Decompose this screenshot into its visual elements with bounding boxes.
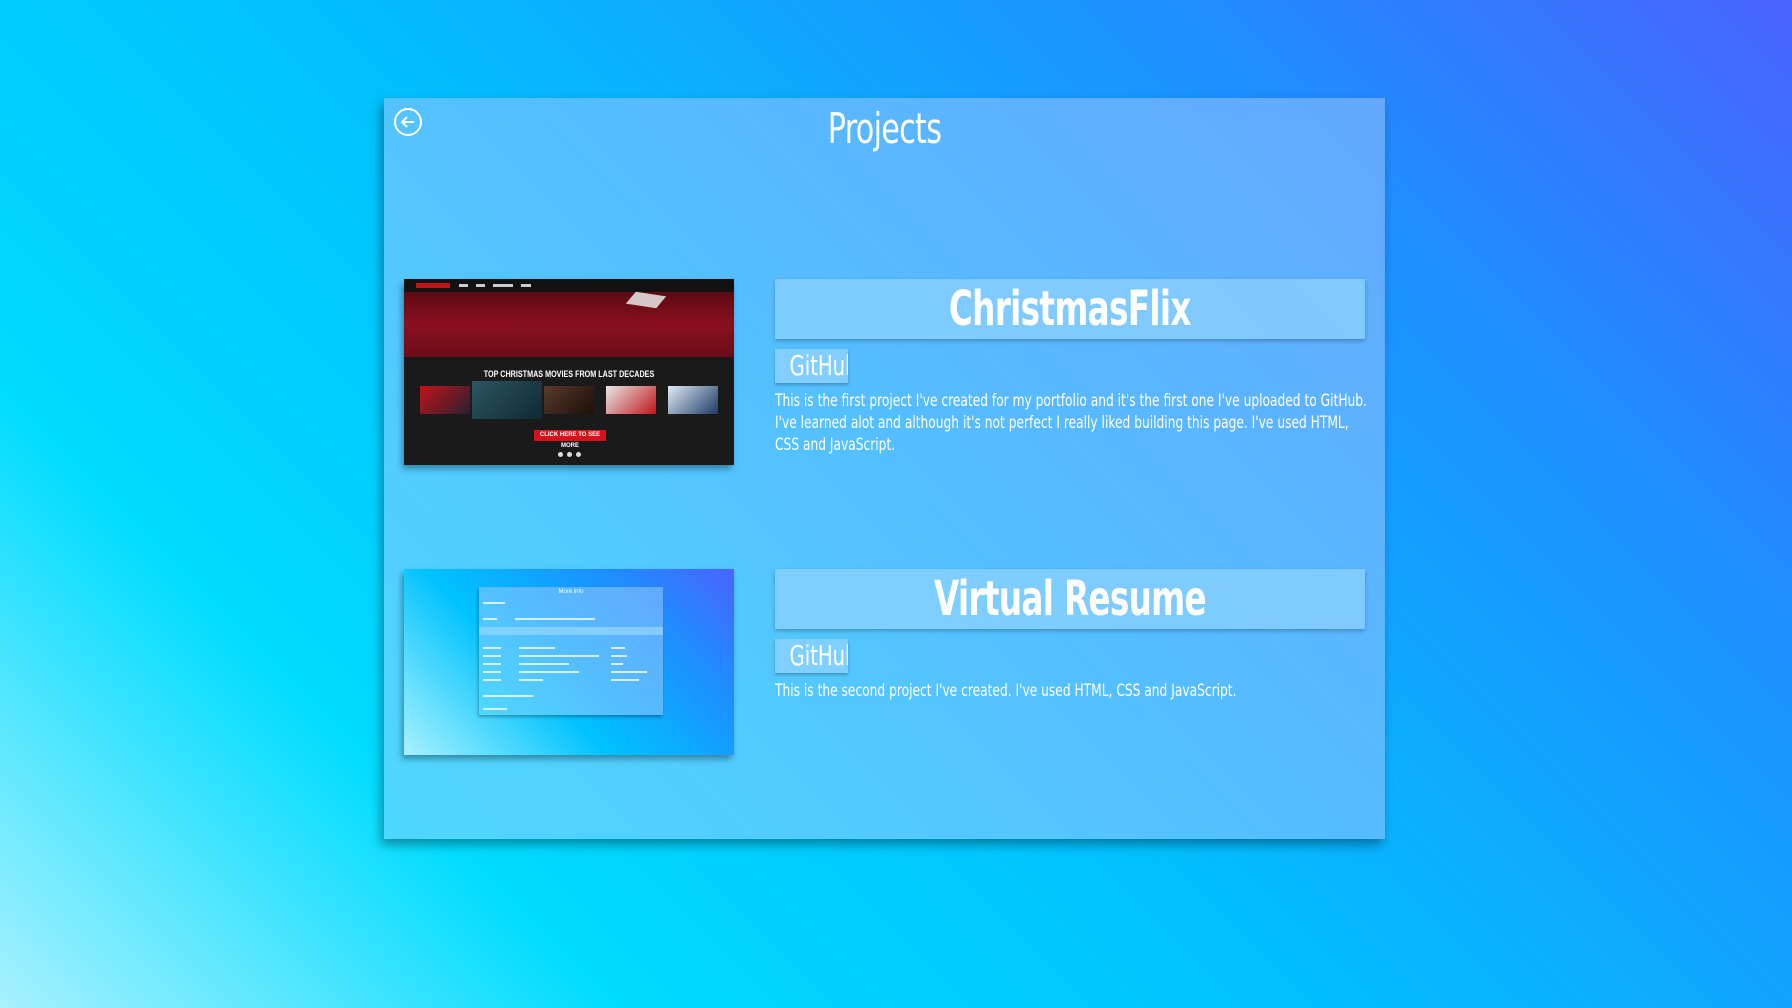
project-title: ChristmasFlix: [775, 279, 1365, 339]
thumb-poster: [606, 386, 656, 414]
thumb-section-band: [479, 627, 663, 635]
thumb-heading: TOP CHRISTMAS MOVIES FROM LAST DECADES: [483, 369, 655, 379]
thumb-hero-banner: [404, 291, 734, 357]
thumb-resume-card: More info: [479, 587, 663, 715]
project-title-text: ChristmasFlix: [949, 281, 1192, 337]
github-link[interactable]: GitHub: [775, 639, 848, 673]
thumb-line: [611, 647, 625, 649]
thumb-line: [515, 618, 595, 620]
github-link-label: GitHub: [789, 349, 848, 382]
thumb-poster: [544, 386, 594, 414]
thumb-line: [483, 618, 497, 620]
project-title-text: Virtual Resume: [934, 571, 1207, 627]
page-title: Projects: [827, 104, 942, 153]
thumb-nav-link: [521, 284, 531, 287]
github-link[interactable]: GitHub: [775, 349, 848, 383]
project-title: Virtual Resume: [775, 569, 1365, 629]
arrow-left-icon: [400, 116, 414, 128]
projects-panel: Projects TOP CHRISTMAS MOVIES FROM LAST …: [384, 98, 1385, 839]
thumb-logo: [416, 283, 450, 288]
thumb-line: [483, 655, 501, 657]
github-link-label: GitHub: [789, 639, 848, 672]
thumb-line: [483, 679, 501, 681]
thumb-line: [483, 671, 501, 673]
back-button[interactable]: [394, 108, 422, 136]
thumb-navbar: [404, 279, 734, 292]
thumb-line: [483, 708, 507, 710]
thumb-social-icon: [576, 452, 581, 457]
thumb-social-icon: [558, 452, 563, 457]
thumb-line: [611, 671, 647, 673]
thumb-line: [519, 679, 543, 681]
thumb-line: [519, 647, 555, 649]
virtual-resume-thumbnail[interactable]: More info: [404, 569, 734, 755]
thumb-line: [483, 663, 501, 665]
thumb-line: [519, 671, 579, 673]
thumb-nav-link: [493, 284, 513, 287]
thumb-line: [611, 663, 623, 665]
thumb-line: [611, 679, 639, 681]
thumb-line: [483, 695, 533, 697]
thumb-line: [483, 602, 505, 604]
thumb-line: [483, 647, 501, 649]
thumb-line: [611, 655, 627, 657]
thumb-cta-button: CLICK HERE TO SEE MORE: [534, 430, 606, 449]
project-description: This is the second project I've created.…: [775, 681, 1237, 701]
thumb-hero-detail: [625, 291, 667, 309]
thumb-line: [519, 663, 569, 665]
thumb-poster: [668, 386, 718, 414]
thumb-resume-title: More info: [558, 589, 584, 595]
thumb-social-icon: [567, 452, 572, 457]
thumb-poster: [420, 386, 470, 414]
thumb-line: [519, 655, 599, 657]
thumb-nav-link: [476, 284, 485, 287]
christmasflix-thumbnail[interactable]: TOP CHRISTMAS MOVIES FROM LAST DECADES C…: [404, 279, 734, 465]
project-description: This is the first project I've created f…: [775, 391, 1367, 455]
thumb-poster: [472, 381, 542, 419]
thumb-nav-link: [459, 284, 468, 287]
